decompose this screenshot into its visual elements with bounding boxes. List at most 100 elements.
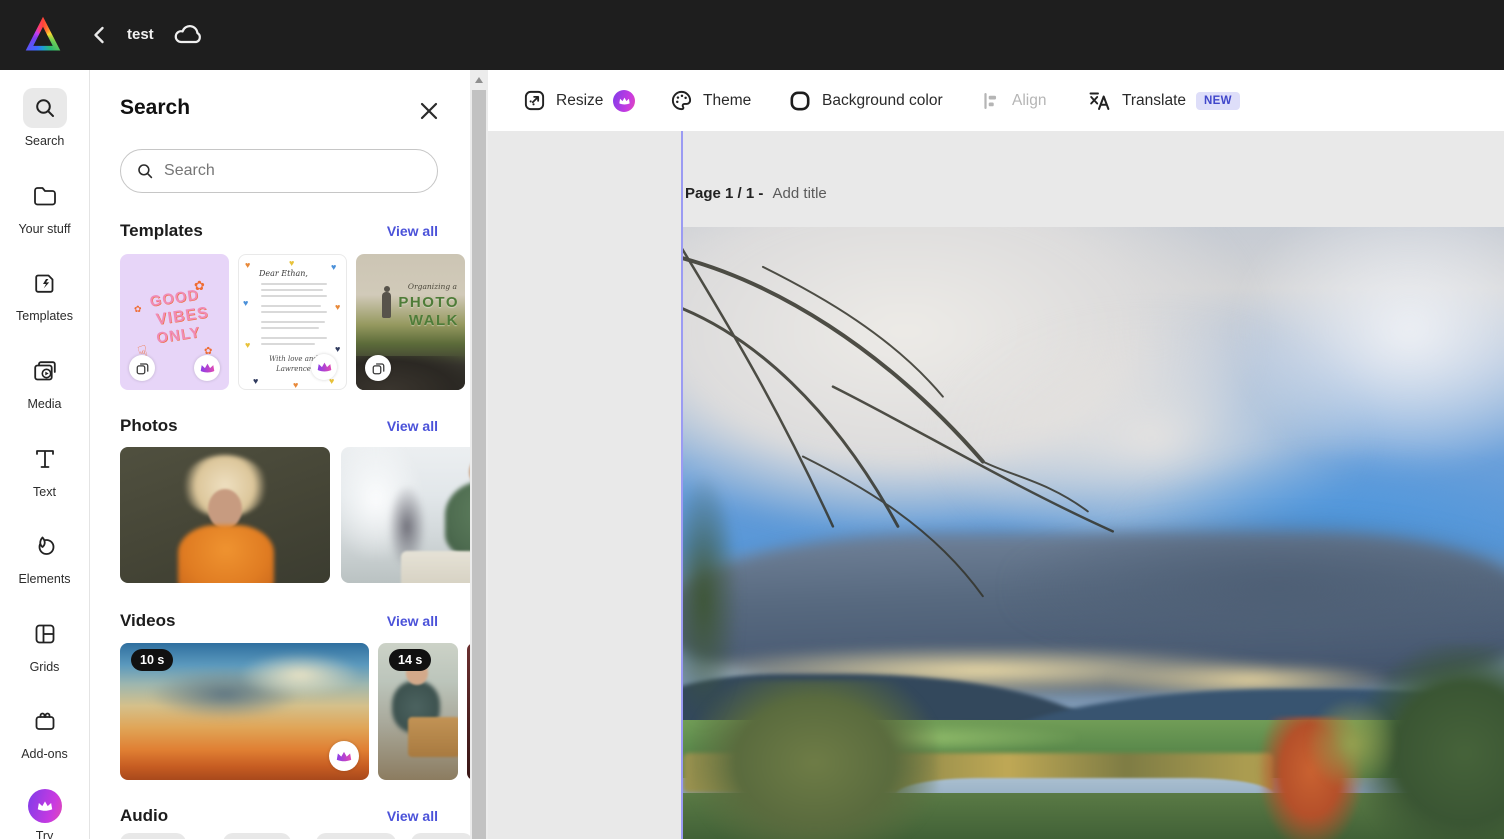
scrollbar-thumb[interactable]	[472, 90, 486, 839]
photos-view-all-link[interactable]: View all	[387, 418, 438, 434]
search-panel: Search Templates View all GOOD VIBES ONL…	[91, 70, 470, 839]
translate-icon	[1088, 89, 1112, 113]
elements-icon	[33, 534, 57, 558]
art-layer	[240, 653, 360, 697]
resize-button[interactable]: Resize	[523, 70, 635, 131]
search-icon	[136, 161, 154, 181]
document-title[interactable]: test	[127, 26, 154, 43]
audio-view-all-link[interactable]: View all	[387, 808, 438, 824]
text-icon	[33, 447, 57, 471]
sidebar-item-text[interactable]: Text	[1, 439, 89, 501]
sidebar-item-label: Search	[25, 134, 65, 150]
close-icon	[417, 99, 441, 123]
art-layer: ♥	[243, 299, 248, 308]
background-color-label: Background color	[822, 92, 943, 110]
search-input[interactable]	[164, 162, 422, 180]
template-card-photo-walk[interactable]: Organizing a PHOTO WALK	[356, 254, 465, 390]
section-title: Photos	[120, 416, 178, 436]
media-icon	[32, 359, 58, 383]
translate-button[interactable]: Translate NEW	[1088, 70, 1240, 131]
translate-label: Translate	[1122, 92, 1186, 110]
sidebar-item-search[interactable]: Search	[1, 88, 89, 150]
art-layer	[1307, 698, 1397, 790]
chevron-left-icon	[93, 26, 105, 44]
page-indicator: Page 1 / 1 - Add title	[685, 185, 827, 202]
video-thumbnail-packing[interactable]: 14 s	[378, 643, 458, 780]
art-layer	[1225, 227, 1504, 484]
photos-section-header: Photos View all	[120, 416, 438, 436]
art-layer	[408, 717, 458, 757]
sidebar-item-label: Grids	[30, 660, 60, 676]
scrollbar-up-arrow[interactable]	[470, 74, 488, 86]
art-layer: ✿	[134, 304, 142, 315]
video-thumbnail-sunset[interactable]: 10 s	[120, 643, 369, 780]
art-layer: ♥	[335, 303, 340, 312]
sidebar-item-your-stuff[interactable]: Your stuff	[1, 176, 89, 238]
templates-section-header: Templates View all	[120, 221, 438, 241]
background-color-button[interactable]: Background color	[788, 70, 943, 131]
left-rail: Search Your stuff Templates Media Te	[0, 70, 90, 839]
letter-salutation: Dear Ethan,	[259, 269, 308, 278]
canvas-image-landscape[interactable]	[683, 227, 1504, 839]
sidebar-item-grids[interactable]: Grids	[1, 614, 89, 676]
sidebar-item-label: Text	[33, 485, 56, 501]
template-card-letter[interactable]: ♥ ♥ ♥ ♥ ♥ ♥ ♥ ♥ ♥ ♥ Dear Ethan,	[238, 254, 347, 390]
sidebar-item-templates[interactable]: Templates	[1, 263, 89, 325]
template-icon	[33, 271, 57, 295]
theme-button[interactable]: Theme	[670, 70, 751, 131]
art-layer	[261, 321, 325, 323]
art-layer	[261, 337, 327, 339]
sidebar-item-label: Your stuff	[18, 222, 70, 238]
canvas-toolbar: Resize Theme Background color Align	[488, 70, 1504, 131]
art-layer	[178, 525, 274, 583]
align-icon	[980, 90, 1002, 112]
adobe-express-app: test Search Your stuff Templates	[0, 0, 1504, 839]
add-ons-icon	[33, 709, 57, 733]
audio-item[interactable]	[223, 833, 291, 839]
templates-row: GOOD VIBES ONLY ✿ ✿ ✿ ☟ ♥ ♥ ♥ ♥ ♥	[120, 254, 465, 390]
adobe-express-logo-icon[interactable]	[25, 16, 61, 52]
sidebar-item-add-ons[interactable]: Add-ons	[1, 701, 89, 763]
photo-thumbnail-portrait[interactable]	[120, 447, 330, 583]
multipage-icon	[365, 355, 391, 381]
search-field-wrapper	[120, 149, 438, 193]
branches-art	[683, 227, 1143, 686]
premium-crown-icon	[28, 789, 62, 823]
art-layer: ♥	[331, 263, 336, 272]
templates-view-all-link[interactable]: View all	[387, 223, 438, 239]
audio-item[interactable]	[120, 833, 186, 839]
add-title-placeholder[interactable]: Add title	[773, 185, 827, 202]
premium-crown-icon	[194, 355, 220, 381]
audio-item[interactable]	[411, 833, 470, 839]
top-bar: test	[0, 0, 1504, 70]
template-title: PHOTO	[398, 294, 459, 311]
align-button[interactable]: Align	[980, 70, 1046, 131]
videos-view-all-link[interactable]: View all	[387, 613, 438, 629]
section-title: Audio	[120, 806, 168, 826]
audio-section-header: Audio View all	[120, 806, 438, 826]
section-title: Videos	[120, 611, 175, 631]
template-card-good-vibes-only[interactable]: GOOD VIBES ONLY ✿ ✿ ✿ ☟	[120, 254, 229, 390]
sidebar-item-try-premium[interactable]: Try Premium	[1, 789, 89, 839]
sidebar-item-media[interactable]: Media	[1, 351, 89, 413]
back-button[interactable]	[88, 23, 110, 47]
art-layer	[261, 283, 327, 285]
sidebar-item-label: Templates	[16, 309, 73, 325]
photo-thumbnail-office[interactable]	[341, 447, 470, 583]
audio-item[interactable]	[316, 833, 396, 839]
cloud-sync-icon[interactable]	[172, 21, 206, 49]
page-number-label: Page 1 / 1 -	[685, 185, 763, 202]
art-layer: ✿	[194, 278, 205, 294]
template-eyebrow: Organizing a	[408, 282, 457, 291]
canvas-workspace[interactable]: Page 1 / 1 - Add title	[488, 131, 1504, 839]
sidebar-item-elements[interactable]: Elements	[1, 526, 89, 588]
background-color-icon	[788, 89, 812, 113]
art-layer: ♥	[335, 345, 340, 354]
premium-crown-icon	[613, 90, 635, 112]
section-title: Templates	[120, 221, 203, 241]
art-layer	[382, 292, 391, 318]
panel-scrollbar[interactable]	[470, 70, 488, 839]
resize-icon	[523, 89, 546, 112]
close-panel-button[interactable]	[417, 99, 441, 123]
art-layer	[261, 343, 315, 345]
